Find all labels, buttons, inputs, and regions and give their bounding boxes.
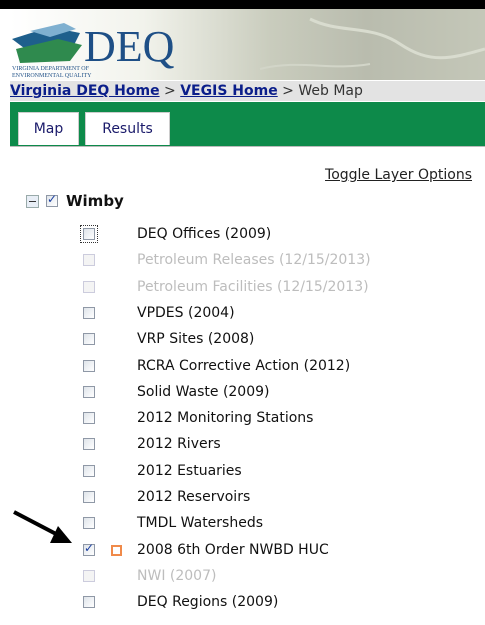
arrow-annotation-icon bbox=[13, 510, 72, 543]
layer-label: VPDES (2004) bbox=[137, 305, 235, 321]
layer-panel: DEQ VIRGINIA DEPARTMENT OF ENVIRONMENTAL… bbox=[10, 9, 485, 625]
breadcrumb-sep: > bbox=[277, 83, 299, 99]
breadcrumb-sep: > bbox=[159, 83, 181, 99]
layer-label: 2008 6th Order NWBD HUC bbox=[137, 542, 329, 558]
layer-label: DEQ Regions (2009) bbox=[137, 594, 279, 610]
layer-legend-swatch bbox=[111, 545, 122, 556]
layer-label: Solid Waste (2009) bbox=[137, 384, 270, 400]
breadcrumb-vegis-home-link[interactable]: VEGIS Home bbox=[180, 83, 277, 99]
layer-label: Petroleum Releases (12/15/2013) bbox=[137, 252, 371, 268]
layer-label: 2012 Monitoring Stations bbox=[137, 410, 314, 426]
layer-label: 2012 Reservoirs bbox=[137, 489, 251, 505]
layer-label: 2012 Rivers bbox=[137, 436, 221, 452]
toggle-layer-options-link[interactable]: Toggle Layer Options bbox=[325, 167, 472, 183]
layer-label: NWI (2007) bbox=[137, 568, 217, 584]
layer-label: VRP Sites (2008) bbox=[137, 331, 255, 347]
layer-label: DEQ Offices (2009) bbox=[137, 226, 272, 242]
layer-label: Petroleum Facilities (12/15/2013) bbox=[137, 279, 369, 295]
layer-label: TMDL Watersheds bbox=[137, 515, 264, 531]
breadcrumb-current: Web Map bbox=[298, 83, 363, 99]
layer-label: RCRA Corrective Action (2012) bbox=[137, 358, 351, 374]
layer-label: 2012 Estuaries bbox=[137, 463, 242, 479]
